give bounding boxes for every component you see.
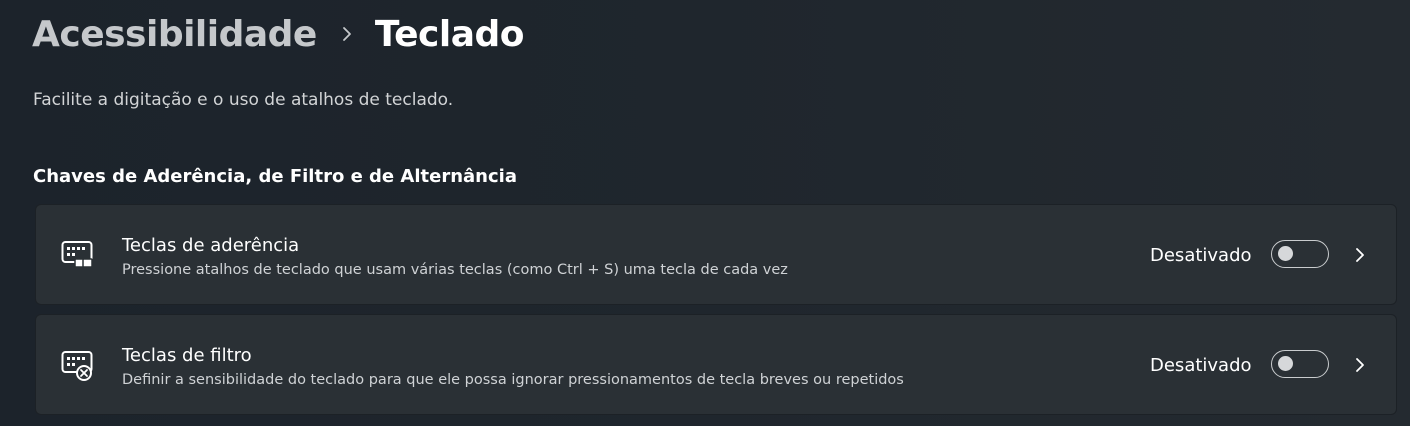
filter-keys-setting[interactable]: Teclas de filtro Definir a sensibilidade… <box>35 314 1397 415</box>
toggle-state-label: Desativado <box>1150 245 1252 266</box>
page-description: Facilite a digitação e o uso de atalhos … <box>33 90 454 110</box>
setting-title: Teclas de filtro <box>122 345 252 366</box>
setting-description: Pressione atalhos de teclado que usam vá… <box>122 262 788 278</box>
filter-keys-toggle[interactable] <box>1271 350 1329 378</box>
chevron-right-icon <box>341 26 353 42</box>
toggle-knob <box>1278 356 1293 371</box>
breadcrumb-accessibility-link[interactable]: Acessibilidade <box>32 14 317 55</box>
section-title: Chaves de Aderência, de Filtro e de Alte… <box>33 166 517 187</box>
sticky-keys-toggle[interactable] <box>1271 240 1329 268</box>
setting-title: Teclas de aderência <box>122 235 300 256</box>
sticky-keys-setting[interactable]: Teclas de aderência Pressione atalhos de… <box>35 204 1397 305</box>
sticky-keys-icon <box>61 240 95 272</box>
chevron-right-icon[interactable] <box>1353 245 1367 265</box>
toggle-knob <box>1278 246 1293 261</box>
page-title: Teclado <box>374 13 525 55</box>
filter-keys-icon <box>61 350 95 382</box>
setting-description: Definir a sensibilidade do teclado para … <box>122 372 904 388</box>
chevron-right-icon[interactable] <box>1353 355 1367 375</box>
breadcrumb: Acessibilidade Teclado <box>32 8 525 60</box>
toggle-state-label: Desativado <box>1150 355 1252 376</box>
